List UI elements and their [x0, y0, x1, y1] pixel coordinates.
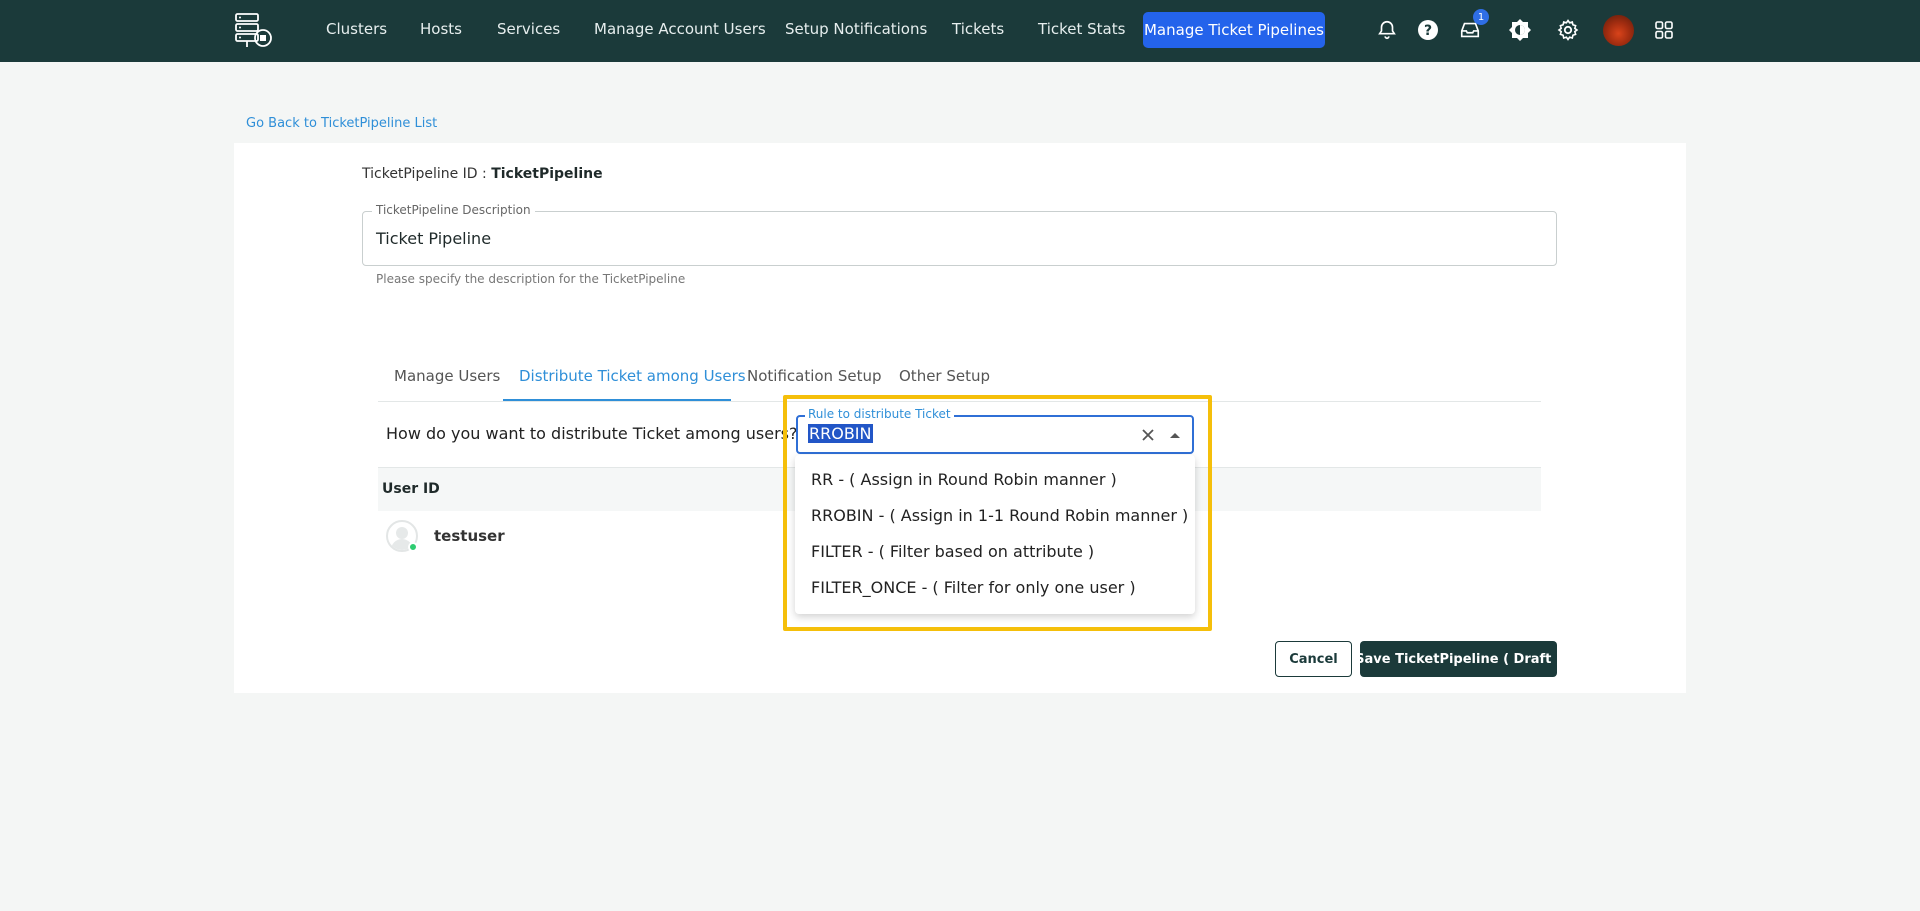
clear-icon[interactable]	[1138, 425, 1158, 445]
nav-tickets[interactable]: Tickets	[952, 20, 1004, 38]
nav-clusters[interactable]: Clusters	[326, 20, 387, 38]
caret-up-icon[interactable]	[1165, 425, 1185, 445]
description-help: Please specify the description for the T…	[376, 272, 686, 286]
pipeline-id-value: TicketPipeline	[491, 166, 603, 182]
nav-services[interactable]: Services	[497, 20, 560, 38]
option-filter[interactable]: FILTER - ( Filter based on attribute )	[811, 542, 1094, 561]
distribution-question: How do you want to distribute Ticket amo…	[386, 424, 798, 443]
back-to-list-link[interactable]: Go Back to TicketPipeline List	[246, 116, 437, 131]
description-label: TicketPipeline Description	[372, 203, 535, 217]
nav-manage-account-users[interactable]: Manage Account Users	[594, 20, 766, 38]
svg-text:?: ?	[1424, 23, 1432, 39]
tab-notification-setup[interactable]: Notification Setup	[747, 367, 882, 385]
tab-other-setup[interactable]: Other Setup	[899, 367, 990, 385]
nav-hosts[interactable]: Hosts	[420, 20, 462, 38]
rule-select-label: Rule to distribute Ticket	[805, 407, 954, 421]
logo-icon[interactable]	[234, 11, 274, 49]
nav-setup-notifications[interactable]: Setup Notifications	[785, 20, 927, 38]
description-field[interactable]	[362, 211, 1557, 266]
apps-grid-icon[interactable]	[1651, 17, 1677, 43]
online-status-dot	[408, 542, 418, 552]
option-filter-once[interactable]: FILTER_ONCE - ( Filter for only one user…	[811, 578, 1136, 597]
pipeline-id-label: TicketPipeline ID :	[362, 166, 492, 182]
pipeline-id: TicketPipeline ID : TicketPipeline	[362, 166, 603, 182]
column-header-user-id: User ID	[382, 481, 440, 497]
active-tab-indicator	[503, 399, 731, 401]
nav-manage-ticket-pipelines[interactable]: Manage Ticket Pipelines	[1143, 12, 1325, 48]
help-icon[interactable]: ?	[1415, 17, 1441, 43]
theme-icon[interactable]	[1507, 17, 1533, 43]
option-rrobin[interactable]: RROBIN - ( Assign in 1-1 Round Robin man…	[811, 506, 1188, 525]
bell-icon[interactable]	[1374, 17, 1400, 43]
cancel-button[interactable]: Cancel	[1275, 641, 1352, 677]
table-row-user-id[interactable]: testuser	[434, 527, 505, 545]
description-input[interactable]: Ticket Pipeline	[376, 229, 491, 248]
avatar[interactable]	[1603, 15, 1634, 46]
nav-ticket-stats[interactable]: Ticket Stats	[1038, 20, 1125, 38]
tab-manage-users[interactable]: Manage Users	[394, 367, 500, 385]
rule-select-value[interactable]: RROBIN	[808, 424, 873, 443]
notification-badge: 1	[1473, 9, 1489, 25]
tab-distribute-ticket[interactable]: Distribute Ticket among Users	[519, 367, 746, 385]
gear-icon[interactable]	[1555, 17, 1581, 43]
option-rr[interactable]: RR - ( Assign in Round Robin manner )	[811, 470, 1117, 489]
save-draft-button[interactable]: Save TicketPipeline ( Draft )	[1355, 641, 1562, 677]
